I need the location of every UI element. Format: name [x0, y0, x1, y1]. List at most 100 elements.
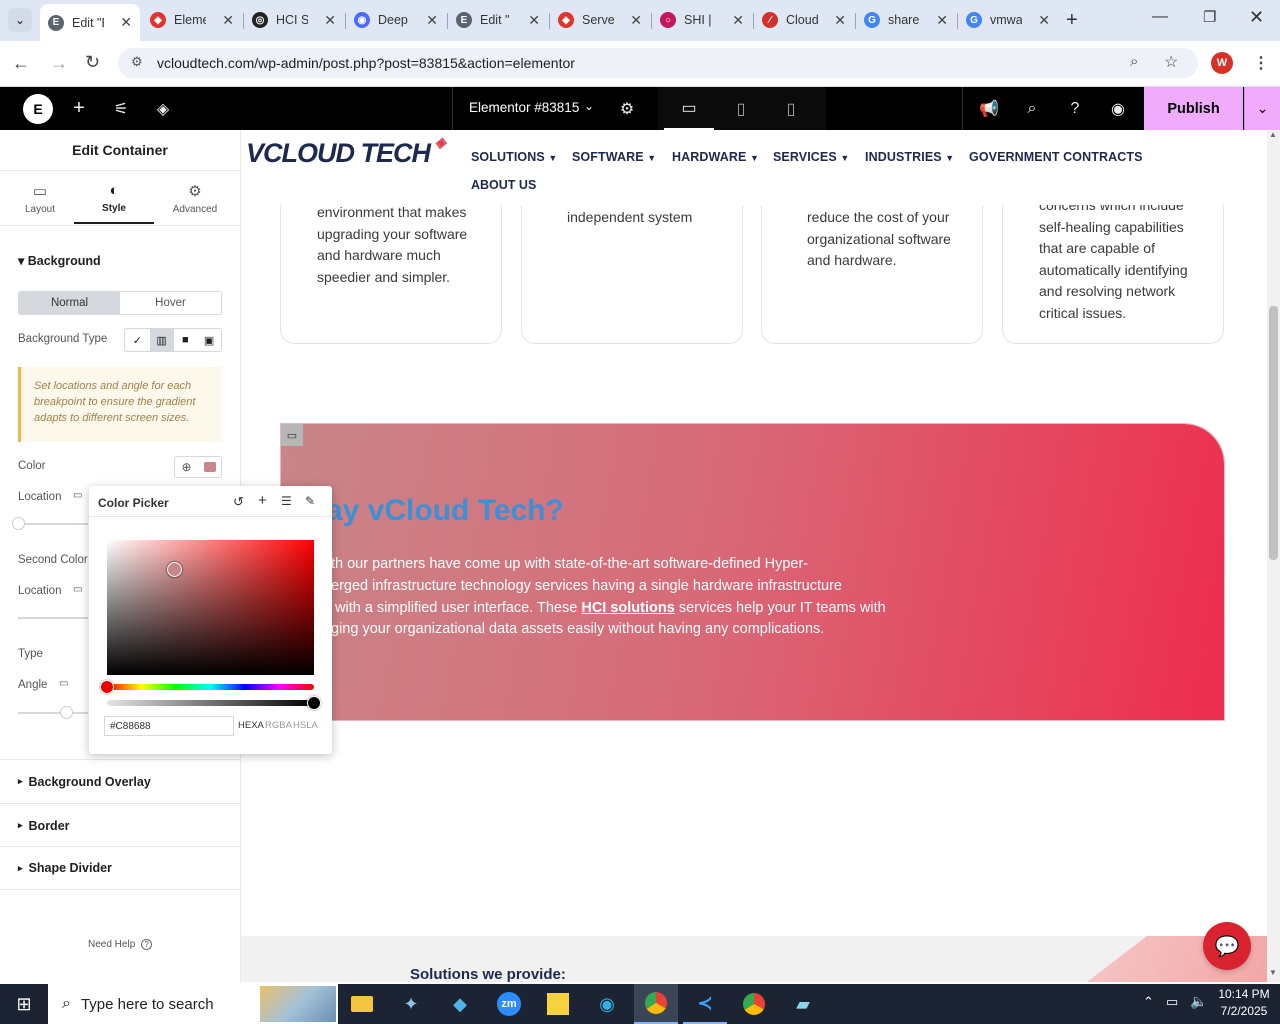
add-element-icon[interactable]: +	[64, 87, 94, 130]
global-colors-stack-icon[interactable]: ☰	[281, 494, 292, 508]
tab-style[interactable]: ◐ Style	[74, 178, 154, 224]
shape-divider-section[interactable]: ▸ Shape Divider	[0, 846, 240, 890]
preview-eye-icon[interactable]: ◉	[1103, 87, 1133, 130]
notifications-megaphone-icon[interactable]: 📢	[974, 87, 1004, 130]
mobile-view-icon[interactable]: ▯	[766, 87, 816, 130]
menu-item-hardware[interactable]: HARDWARE ▼	[672, 150, 759, 164]
need-help-link[interactable]: Need Help ?	[88, 939, 153, 950]
browser-tab[interactable]: ◎ HCI S ✕	[244, 6, 344, 34]
minimize-window-icon[interactable]: —	[1152, 8, 1168, 26]
second-location-slider-track[interactable]	[18, 617, 88, 619]
scroll-up-icon[interactable]: ▲	[1269, 130, 1277, 139]
tab-close-icon[interactable]: ✕	[936, 12, 948, 29]
tab-close-icon[interactable]: ✕	[426, 12, 438, 29]
tab-search-chevron-icon[interactable]: ⌄	[8, 8, 32, 32]
format-hexa[interactable]: HEXA	[238, 720, 264, 731]
sticky-notes-icon[interactable]	[536, 984, 580, 1024]
new-tab-button[interactable]: +	[1066, 8, 1086, 32]
page-scrollbar[interactable]: ▲ ▼	[1267, 130, 1280, 982]
omnibox[interactable]: ⚙ vcloudtech.com/wp-admin/post.php?post=…	[118, 48, 1198, 78]
tab-close-icon[interactable]: ✕	[120, 14, 132, 31]
container-handle-icon[interactable]: ▭	[281, 424, 303, 446]
taskbar-search-box[interactable]: ⌕ Type here to search	[48, 984, 338, 1024]
tab-advanced[interactable]: ⚙ Advanced	[155, 178, 235, 224]
elementor-logo-icon[interactable]: E	[23, 94, 53, 124]
document-title[interactable]: Elementor #83815	[469, 100, 579, 115]
network-icon[interactable]: ▭	[1166, 994, 1178, 1010]
restore-window-icon[interactable]: ❐	[1203, 8, 1216, 26]
hover-toggle[interactable]: Hover	[120, 292, 221, 314]
windows-start-icon[interactable]: ⊞	[2, 984, 46, 1024]
site-settings-sliders-icon[interactable]: ⚟	[106, 87, 136, 130]
chrome-browser-icon[interactable]	[634, 984, 678, 1024]
angle-slider-handle[interactable]	[60, 706, 73, 719]
tab-close-icon[interactable]: ✕	[732, 12, 744, 29]
tab-close-icon[interactable]: ✕	[324, 12, 336, 29]
responsive-desktop-icon[interactable]: ▭	[59, 678, 68, 689]
file-explorer-icon[interactable]	[340, 984, 384, 1024]
tab-layout[interactable]: ▭ Layout	[0, 178, 80, 224]
forward-icon[interactable]: →	[50, 53, 68, 74]
menu-item-services[interactable]: SERVICES ▼	[773, 150, 849, 164]
reset-color-icon[interactable]: ↺	[233, 494, 244, 510]
chat-bubble-icon[interactable]: 💬	[1203, 922, 1251, 970]
slideshow-icon[interactable]: ▣	[197, 329, 221, 351]
normal-toggle[interactable]: Normal	[19, 292, 120, 314]
site-info-icon[interactable]: ⚙	[131, 54, 143, 70]
format-rgba[interactable]: RGBA	[265, 720, 292, 731]
publish-options-chevron-icon[interactable]: ⌄	[1244, 87, 1280, 130]
menu-item-government-contracts[interactable]: GOVERNMENT CONTRACTS	[969, 150, 1143, 164]
vscode-icon[interactable]: ≺	[683, 984, 727, 1024]
border-section[interactable]: ▸ Border	[0, 803, 240, 847]
reload-icon[interactable]: ↻	[85, 52, 100, 73]
clock[interactable]: 10:14 PM 7/2/2025	[1218, 987, 1270, 1018]
hci-solutions-link[interactable]: HCI solutions	[581, 600, 674, 616]
notepad-icon[interactable]: ▰	[781, 984, 825, 1024]
close-window-icon[interactable]: ✕	[1249, 7, 1264, 28]
finder-search-icon[interactable]: ⌕	[1017, 87, 1047, 130]
saturation-value-area[interactable]	[107, 540, 314, 675]
hue-slider-handle[interactable]	[100, 680, 114, 694]
tab-close-icon[interactable]: ✕	[630, 12, 642, 29]
edge-browser-icon[interactable]: ◉	[585, 984, 629, 1024]
menu-item-software[interactable]: SOFTWARE ▼	[572, 150, 656, 164]
scroll-down-icon[interactable]: ▼	[1269, 968, 1277, 977]
format-hsla[interactable]: HSLA	[293, 720, 318, 731]
classic-brush-icon[interactable]: ✓	[125, 329, 150, 351]
back-icon[interactable]: ←	[12, 53, 30, 74]
add-global-color-icon[interactable]: +	[258, 492, 267, 509]
document-chevron-down-icon[interactable]: ⌄	[584, 99, 594, 113]
hue-slider[interactable]	[107, 684, 314, 690]
url-text[interactable]: vcloudtech.com/wp-admin/post.php?post=83…	[157, 55, 575, 71]
menu-item-solutions[interactable]: SOLUTIONS ▼	[471, 150, 557, 164]
bookmark-star-icon[interactable]: ☆	[1164, 52, 1178, 72]
tab-close-icon[interactable]: ✕	[834, 12, 846, 29]
zoom-icon[interactable]: ⌕	[1130, 53, 1138, 70]
app-tool-icon[interactable]: ✦	[389, 984, 433, 1024]
hex-input[interactable]	[104, 716, 234, 736]
location-slider-track[interactable]	[18, 523, 88, 525]
opacity-slider-handle[interactable]	[307, 696, 321, 710]
publish-button[interactable]: Publish	[1144, 87, 1243, 130]
eyedropper-icon[interactable]: ✎	[305, 494, 315, 508]
browser-tab[interactable]: E Edit "E ✕	[40, 4, 140, 41]
app-cube-icon[interactable]: ◆	[438, 984, 482, 1024]
video-icon[interactable]: ■	[174, 329, 198, 351]
browser-tab[interactable]: ◉ Deep ✕	[346, 6, 446, 34]
browser-tab[interactable]: ◆ Serve ✕	[550, 6, 650, 34]
location-slider-handle[interactable]	[12, 517, 25, 530]
global-colors-globe-icon[interactable]: ⊕	[175, 457, 198, 477]
browser-tab[interactable]: ○ SHI | ✕	[652, 6, 752, 34]
saturation-value-handle[interactable]	[167, 562, 182, 577]
page-settings-gear-icon[interactable]: ⚙	[612, 87, 642, 130]
profile-avatar[interactable]: W	[1211, 52, 1233, 74]
browser-tab[interactable]: Gshare ✕	[856, 6, 956, 34]
desktop-view-icon[interactable]: ▭	[664, 87, 714, 130]
gradient-icon[interactable]: ▥	[149, 329, 174, 351]
tab-close-icon[interactable]: ✕	[222, 12, 234, 29]
responsive-desktop-icon[interactable]: ▭	[73, 584, 82, 595]
menu-item-about-us[interactable]: ABOUT US	[471, 178, 537, 192]
show-hidden-icons-chevron[interactable]: ⌃	[1143, 994, 1154, 1010]
volume-icon[interactable]: 🔈	[1190, 993, 1207, 1010]
color-swatch[interactable]	[198, 457, 221, 477]
